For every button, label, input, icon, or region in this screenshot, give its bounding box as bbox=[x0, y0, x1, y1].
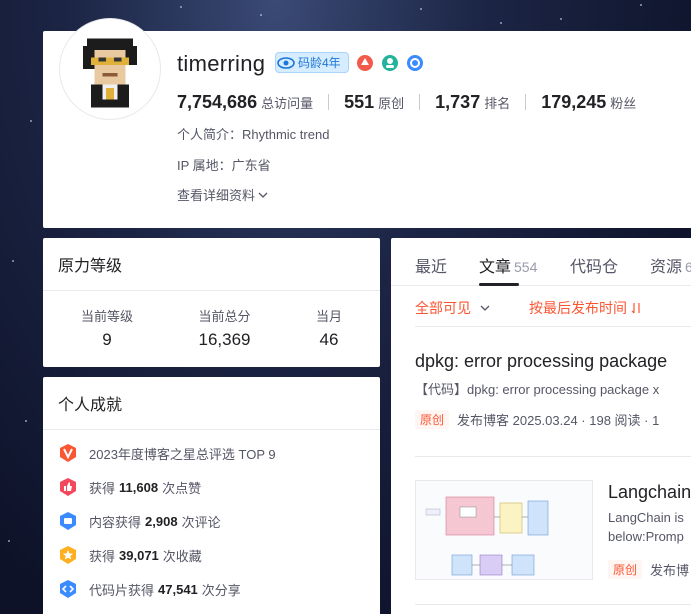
level-this-month: 当月 46 bbox=[315, 309, 342, 349]
chevron-down-icon bbox=[258, 192, 268, 198]
stat-rank[interactable]: 1,737 排名 bbox=[435, 92, 510, 113]
details-link-label: 查看详细资料 bbox=[177, 188, 256, 203]
article-title[interactable]: dpkg: error processing package bbox=[415, 351, 667, 372]
stat-fans[interactable]: 179,245 粉丝 bbox=[541, 92, 636, 113]
bio: 个人简介：Rhythmic trend bbox=[177, 127, 330, 142]
thumbs-up-icon bbox=[60, 478, 76, 496]
visibility-filter[interactable]: 全部可见 bbox=[415, 298, 491, 318]
achievement-likes: 获得 11,608 次点赞 bbox=[58, 477, 201, 497]
content-card: 最近 文章 554 代码仓 资源 6 全部可见 按最后发布时间 dpkg: erro… bbox=[391, 238, 691, 614]
code-age-badge[interactable]: 码龄4年 bbox=[275, 52, 349, 73]
tab-code-repo[interactable]: 代码仓 bbox=[570, 253, 618, 277]
achievements-card: 个人成就 2023年度博客之星总评选 TOP 9 获得 11,608 次点赞 内容获… bbox=[43, 377, 380, 614]
v-badge-icon bbox=[60, 444, 76, 462]
code-age-label: 码龄4年 bbox=[298, 56, 341, 70]
article-meta: 原创 发布博客 2025.03.24 · 198 阅读 · 1 bbox=[415, 410, 659, 429]
achievement-comments: 内容获得 2,908 次评论 bbox=[58, 511, 221, 531]
ip-location: IP 属地：广东省 bbox=[177, 158, 271, 173]
star-icon bbox=[60, 546, 76, 564]
blue-medal-icon[interactable] bbox=[405, 53, 425, 73]
code-icon bbox=[60, 580, 76, 598]
level-title: 原力等级 bbox=[43, 238, 380, 291]
original-tag: 原创 bbox=[415, 410, 450, 429]
eye-badge-icon bbox=[276, 53, 296, 73]
profile-stats: 7,754,686 总访问量 551 原创 1,737 排名 179,245 粉丝 bbox=[177, 91, 636, 113]
level-card: 原力等级 当前等级 9 当前总分 16,369 当月 46 bbox=[43, 238, 380, 367]
username: timerring bbox=[177, 51, 266, 76]
tab-recent[interactable]: 最近 bbox=[415, 253, 447, 277]
article-desc: LangChain is bbox=[608, 510, 684, 525]
achievement-favorites: 获得 39,071 次收藏 bbox=[58, 545, 202, 565]
tab-resources[interactable]: 资源 6 bbox=[650, 253, 691, 277]
stat-original[interactable]: 551 原创 bbox=[344, 92, 404, 113]
red-medal-icon[interactable] bbox=[355, 53, 375, 73]
sort-filter[interactable]: 按最后发布时间 bbox=[529, 298, 644, 318]
achievements-title: 个人成就 bbox=[43, 377, 380, 430]
level-total-score: 当前总分 16,369 bbox=[198, 309, 251, 349]
article-meta: 原创 发布博 bbox=[608, 560, 689, 579]
achievement-shares: 代码片获得 47,541 次分享 bbox=[58, 579, 241, 599]
profile-card: timerring 码龄4年 7,754,686 总访问量 551 原创 1,737… bbox=[43, 19, 691, 228]
article-divider bbox=[415, 456, 691, 457]
article-title[interactable]: Langchain bbox=[608, 482, 691, 503]
article-desc: below:Promp bbox=[608, 529, 684, 544]
article-thumbnail[interactable] bbox=[415, 480, 593, 580]
visibility-filter-label: 全部可见 bbox=[415, 300, 471, 316]
chevron-down-icon bbox=[480, 305, 490, 311]
comment-icon bbox=[60, 512, 76, 530]
avatar[interactable] bbox=[60, 19, 160, 119]
sort-filter-label: 按最后发布时间 bbox=[529, 300, 627, 316]
achievement-blog-star: 2023年度博客之星总评选 TOP 9 bbox=[58, 443, 276, 463]
sort-icon bbox=[631, 303, 640, 314]
filter-divider bbox=[415, 326, 691, 327]
content-tabs: 最近 文章 554 代码仓 资源 6 bbox=[391, 238, 691, 286]
details-link[interactable]: 查看详细资料 bbox=[177, 185, 269, 204]
tab-articles[interactable]: 文章 554 bbox=[479, 253, 537, 277]
article-divider bbox=[415, 604, 691, 605]
article-desc: 【代码】dpkg: error processing package x bbox=[415, 382, 660, 397]
stat-visits[interactable]: 7,754,686 总访问量 bbox=[177, 92, 313, 113]
teal-medal-icon[interactable] bbox=[380, 53, 400, 73]
active-tab-indicator bbox=[479, 283, 519, 286]
original-tag: 原创 bbox=[608, 560, 643, 579]
level-current: 当前等级 9 bbox=[81, 309, 134, 349]
